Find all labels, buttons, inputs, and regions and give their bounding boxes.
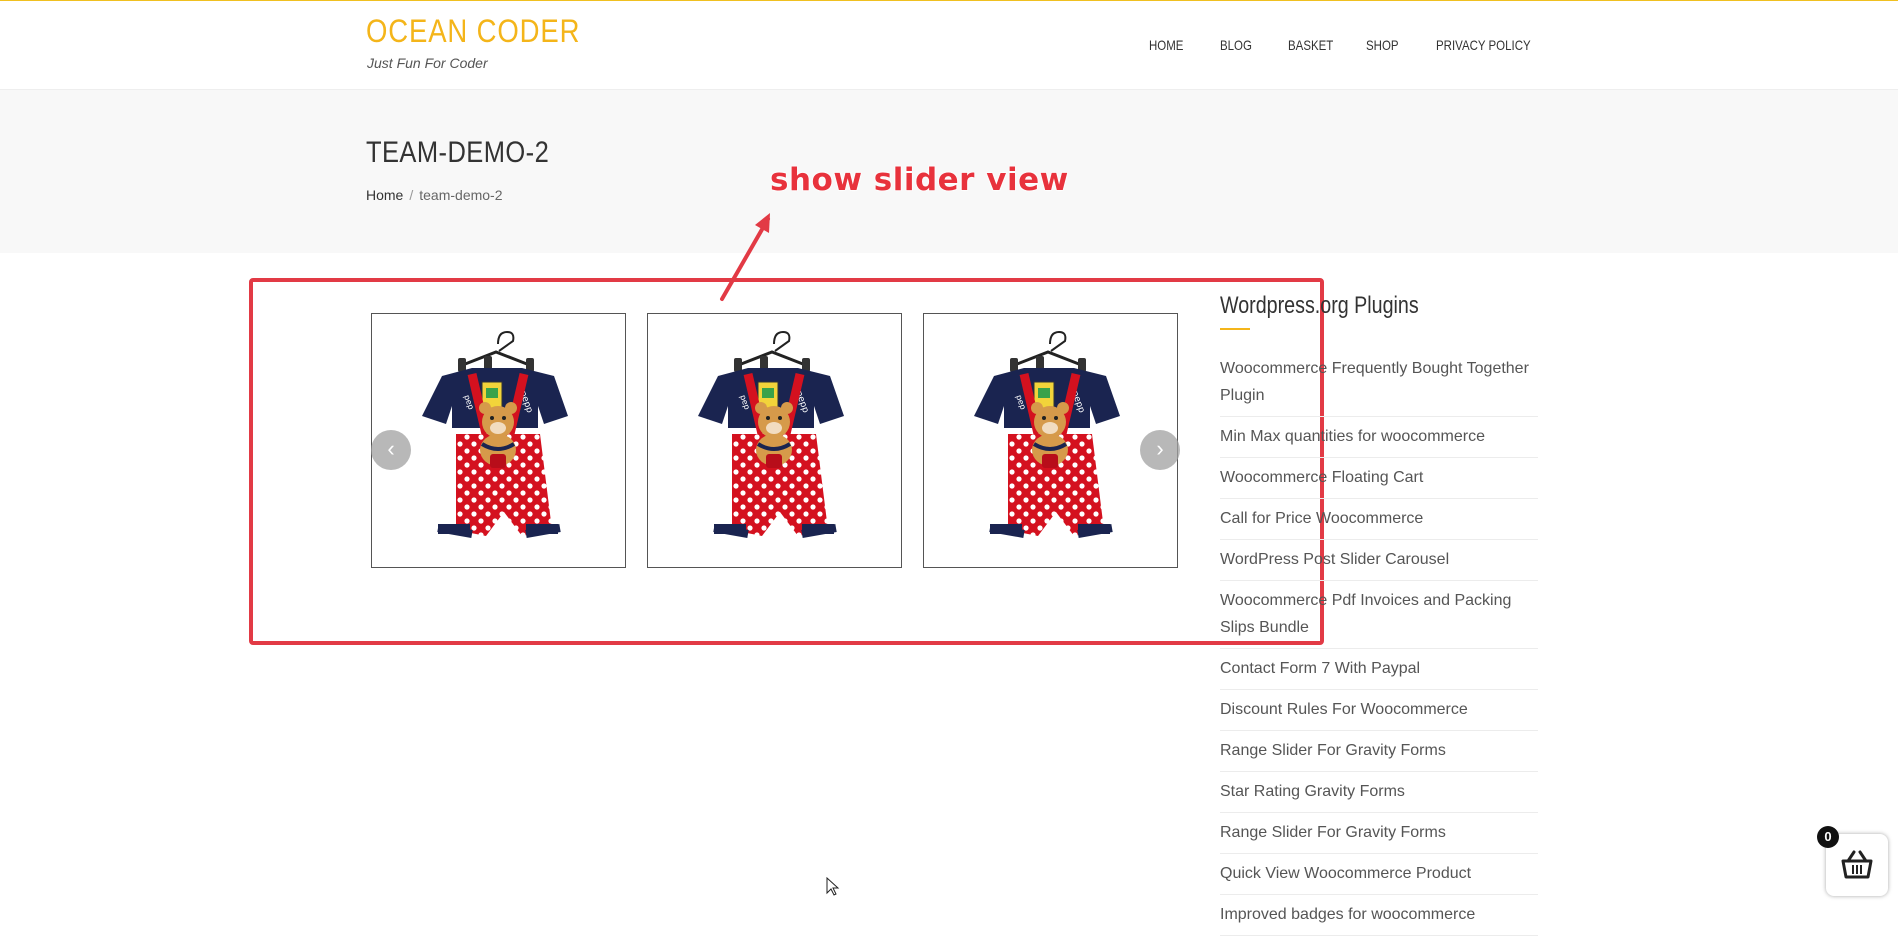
list-item: Call for Price Woocommerce [1220, 499, 1538, 540]
list-item: Range Slider For Gravity Forms [1220, 731, 1538, 772]
breadcrumb-separator: / [409, 187, 414, 203]
site-header: OCEAN CODER Just Fun For Coder HOME BLOG… [0, 1, 1898, 90]
plugin-list: Woocommerce Frequently Bought Together P… [1220, 349, 1538, 936]
nav-item-basket[interactable]: BASKET [1288, 37, 1333, 53]
plugin-link[interactable]: Contact Form 7 With Paypal [1220, 660, 1420, 677]
site-tagline: Just Fun For Coder [367, 55, 488, 71]
plugin-link[interactable]: Star Rating Gravity Forms [1220, 783, 1405, 800]
plugin-link[interactable]: Min Max quantities for woocommerce [1220, 428, 1485, 445]
widget-title-underline [1220, 328, 1250, 330]
list-item: Discount Rules For Woocommerce [1220, 690, 1538, 731]
plugin-link[interactable]: Woocommerce Frequently Bought Together P… [1220, 360, 1529, 404]
plugin-link[interactable]: Quick View Woocommerce Product [1220, 865, 1471, 882]
list-item: Star Rating Gravity Forms [1220, 772, 1538, 813]
plugin-link[interactable]: Range Slider For Gravity Forms [1220, 742, 1446, 759]
list-item: Quick View Woocommerce Product [1220, 854, 1538, 895]
plugin-link[interactable]: Woocommerce Floating Cart [1220, 469, 1423, 486]
list-item: Woocommerce Pdf Invoices and Packing Sli… [1220, 581, 1538, 649]
nav-item-shop[interactable]: SHOP [1366, 37, 1399, 53]
breadcrumb: Home / team-demo-2 [366, 187, 503, 203]
plugin-link[interactable]: Woocommerce Pdf Invoices and Packing Sli… [1220, 592, 1511, 636]
page-title: TEAM-DEMO-2 [366, 136, 550, 169]
plugin-link[interactable]: Range Slider For Gravity Forms [1220, 824, 1446, 841]
sidebar-widget-title: Wordpress.org Plugins [1220, 292, 1419, 319]
list-item: Improved badges for woocommerce [1220, 895, 1538, 936]
nav-item-blog[interactable]: BLOG [1220, 37, 1252, 53]
annotation-highlight-box [249, 278, 1324, 645]
list-item: Min Max quantities for woocommerce [1220, 417, 1538, 458]
annotation-label: show slider view [769, 161, 1069, 198]
plugin-link[interactable]: Discount Rules For Woocommerce [1220, 701, 1468, 718]
nav-item-privacy-policy[interactable]: PRIVACY POLICY [1436, 37, 1531, 53]
site-title[interactable]: OCEAN CODER [366, 13, 580, 50]
list-item: Contact Form 7 With Paypal [1220, 649, 1538, 690]
plugin-link[interactable]: WordPress Post Slider Carousel [1220, 551, 1449, 568]
annotation-arrow-icon [720, 213, 770, 301]
cart-count-badge: 0 [1817, 826, 1839, 848]
nav-item-home[interactable]: HOME [1149, 37, 1183, 53]
breadcrumb-current: team-demo-2 [419, 187, 503, 203]
mouse-cursor-icon [826, 877, 840, 896]
list-item: WordPress Post Slider Carousel [1220, 540, 1538, 581]
list-item: Woocommerce Frequently Bought Together P… [1220, 349, 1538, 417]
breadcrumb-home-link[interactable]: Home [366, 187, 403, 203]
list-item: Woocommerce Floating Cart [1220, 458, 1538, 499]
plugin-link[interactable]: Call for Price Woocommerce [1220, 510, 1423, 527]
list-item: Range Slider For Gravity Forms [1220, 813, 1538, 854]
plugin-link[interactable]: Improved badges for woocommerce [1220, 906, 1475, 923]
